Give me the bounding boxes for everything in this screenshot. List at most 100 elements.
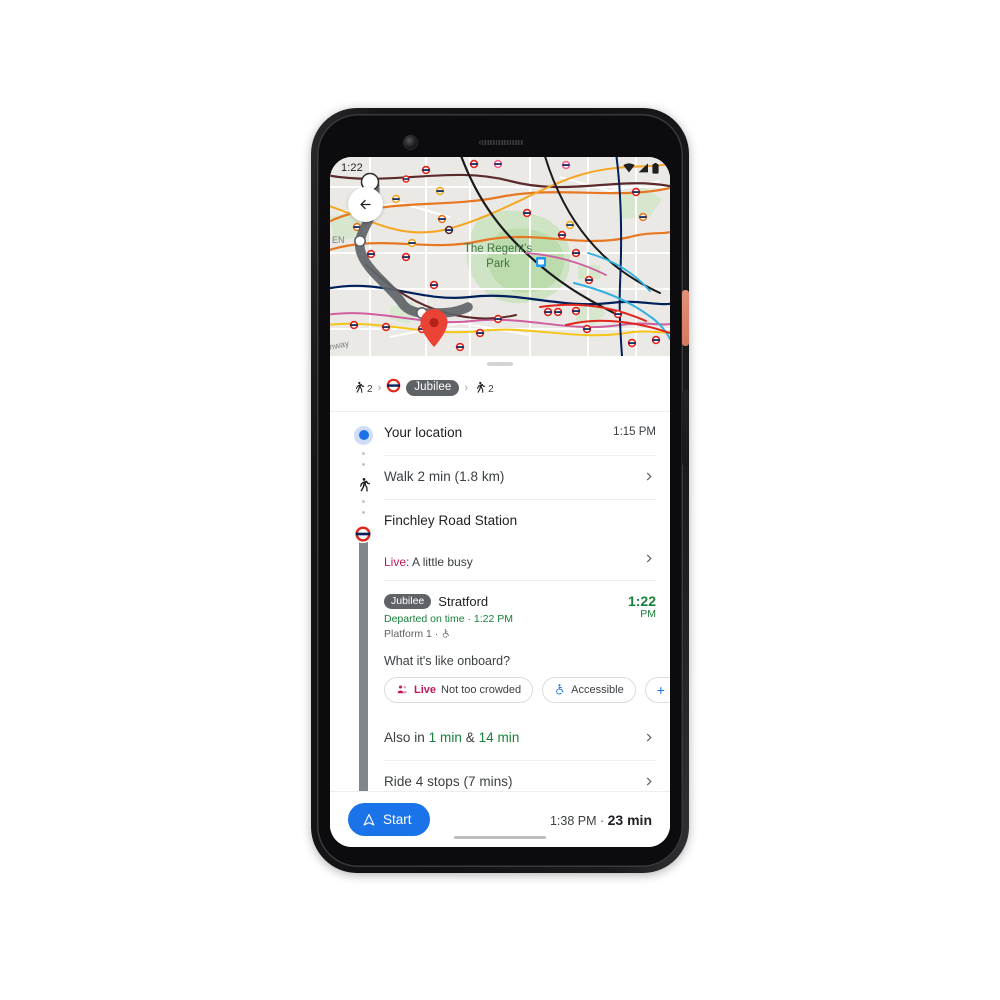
wheelchair-icon <box>443 629 450 638</box>
step-ride[interactable]: Ride 4 stops (7 mins) <box>384 761 656 792</box>
summary-walk-end-min: 2 <box>488 384 494 395</box>
origin-marker <box>354 425 373 445</box>
map-canvas: The Regent’s Park EN hway <box>330 157 670 356</box>
step-station-live-main: Live: A little busy <box>384 548 640 569</box>
gesture-home-indicator[interactable] <box>454 835 546 839</box>
rail-dots-1 <box>362 451 365 474</box>
front-camera <box>404 136 417 149</box>
also-in-amp: & <box>461 729 479 745</box>
departure-time: 1:22 PM <box>622 592 656 621</box>
svg-text:EN: EN <box>332 235 345 245</box>
step-ride-main: Ride 4 stops (7 mins) <box>384 774 640 789</box>
volume-button[interactable] <box>682 390 689 466</box>
chip-accessible[interactable]: Accessible <box>542 676 636 703</box>
step-origin-time: 1:15 PM <box>613 425 656 438</box>
step-also-in-main: Also in 1 min & 14 min <box>384 730 640 745</box>
chevron-right-icon <box>646 732 652 742</box>
chip-add-more[interactable]: + T <box>644 676 670 703</box>
chip-crowding[interactable]: Live Not too crowded <box>384 676 534 703</box>
route-detail-sheet: 2 › Jubilee › 2 Your location 1:15 PM Wa… <box>330 356 670 847</box>
also-in-time-1: 1 min <box>428 729 462 745</box>
eta-duration: 23 min <box>607 811 652 828</box>
map-view[interactable]: The Regent’s Park EN hway 1:22 <box>330 157 670 356</box>
back-arrow-icon <box>360 199 371 210</box>
power-button[interactable] <box>682 290 689 346</box>
step-station-main: Finchley Road Station <box>384 513 656 528</box>
step-origin-title: Your location <box>384 424 463 440</box>
step-ride-chevron[interactable] <box>640 774 656 788</box>
step-walk-main: Walk 2 min (1.8 km) <box>384 469 640 484</box>
step-walk[interactable]: Walk 2 min (1.8 km) <box>384 456 656 500</box>
onboard-question: What it's like onboard? <box>384 653 511 668</box>
departure-status: Departed on time · 1:22 PM <box>384 612 513 625</box>
start-button-label: Start <box>383 812 412 827</box>
phone-screen: The Regent’s Park EN hway 1:22 2 › Jubil… <box>330 157 670 847</box>
plus-icon: + <box>656 681 665 698</box>
route-timeline-rail <box>352 412 374 791</box>
step-station[interactable]: Finchley Road Station <box>384 500 656 544</box>
crowding-people-icon <box>397 684 407 693</box>
svg-text:The Regent’s: The Regent’s <box>464 243 532 255</box>
chip-crowding-live: Live <box>414 683 437 696</box>
departure-time-value: 1:22 <box>627 592 656 609</box>
svg-text:Park: Park <box>486 258 510 270</box>
summary-line-chip[interactable]: Jubilee <box>406 379 460 396</box>
back-button[interactable] <box>348 187 383 222</box>
summary-walk-start-min: 2 <box>367 384 373 395</box>
departure-platform: Platform 1 · <box>384 627 439 640</box>
wheelchair-icon <box>556 684 564 695</box>
departure-destination: Stratford <box>438 593 489 609</box>
summary-separator-1: › <box>377 381 382 394</box>
chip-accessible-label: Accessible <box>571 683 624 696</box>
step-origin[interactable]: Your location 1:15 PM <box>384 412 656 456</box>
chevron-right-icon <box>646 554 652 563</box>
step-origin-main: Your location <box>384 425 605 440</box>
rail-station-roundel <box>353 524 373 549</box>
rail-dots-2 <box>362 499 365 522</box>
route-summary-bar[interactable]: 2 › Jubilee › 2 <box>330 366 670 412</box>
departure-info: Jubilee Stratford Departed on time · 1:2… <box>384 593 622 640</box>
walking-person-icon <box>355 381 365 393</box>
step-walk-chevron[interactable] <box>640 469 656 483</box>
summary-separator-2: › <box>464 381 469 394</box>
live-label: Live: <box>384 554 410 569</box>
route-steps-list[interactable]: Your location 1:15 PM Walk 2 min (1.8 km… <box>330 412 670 792</box>
walking-person-icon <box>359 477 370 492</box>
walking-person-icon <box>476 381 486 393</box>
route-eta: 1:38 PM · 23 min <box>550 812 652 828</box>
underground-roundel-icon <box>353 524 373 543</box>
step-station-chevron[interactable] <box>640 551 656 565</box>
departure-header: Jubilee Stratford Departed on time · 1:2… <box>384 592 656 640</box>
rail-walk-icon <box>355 476 371 499</box>
chevron-right-icon <box>646 471 652 481</box>
start-button[interactable]: Start <box>348 803 430 836</box>
live-status: A little busy <box>412 554 473 569</box>
also-in-prefix: Also in <box>384 729 429 745</box>
earpiece-speaker <box>479 140 524 145</box>
onboard-chips-row[interactable]: Live Not too crowded Accessible + <box>384 676 670 717</box>
departure-time-ampm: PM <box>640 608 656 621</box>
step-also-in-title: Also in 1 min & 14 min <box>384 730 640 745</box>
underground-roundel-icon <box>386 378 401 392</box>
summary-roundel <box>386 378 401 398</box>
chip-crowding-label: Not too crowded <box>441 683 522 696</box>
screenshot-canvas: The Regent’s Park EN hway 1:22 2 › Jubil… <box>0 0 1000 1000</box>
eta-arrival-time: 1:38 PM · <box>549 813 608 828</box>
step-station-live: Live: A little busy <box>384 555 640 569</box>
step-ride-title: Ride 4 stops (7 mins) <box>384 773 513 789</box>
step-station-title: Finchley Road Station <box>384 512 518 528</box>
also-in-time-2: 14 min <box>478 729 520 745</box>
step-station-live-row[interactable]: Live: A little busy <box>384 544 656 581</box>
departure-block[interactable]: Jubilee Stratford Departed on time · 1:2… <box>384 581 670 717</box>
chevron-right-icon <box>646 776 652 786</box>
summary-walk-end[interactable]: 2 <box>473 380 494 395</box>
departure-line-row: Jubilee Stratford <box>384 593 622 609</box>
step-also-in[interactable]: Also in 1 min & 14 min <box>384 717 656 761</box>
step-walk-title: Walk 2 min (1.8 km) <box>384 468 505 484</box>
navigation-arrow-icon <box>363 813 375 826</box>
rail-transit-segment <box>358 541 368 791</box>
departure-platform-row: Platform 1 · <box>384 628 622 640</box>
summary-walk-start[interactable]: 2 <box>352 380 373 395</box>
departure-line-chip[interactable]: Jubilee <box>384 593 432 609</box>
step-also-in-chevron[interactable] <box>640 730 656 744</box>
